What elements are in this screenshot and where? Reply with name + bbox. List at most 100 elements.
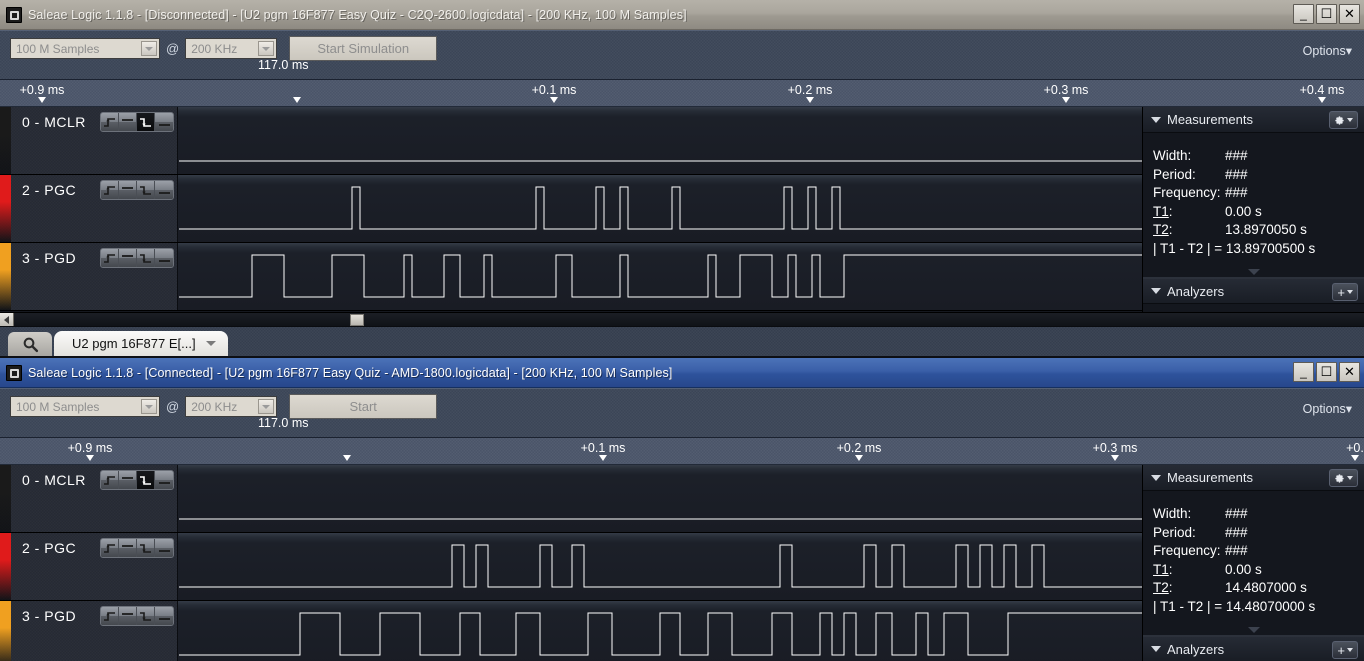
trigger-falling-edge-button[interactable]: [137, 607, 155, 625]
channel-header: 0 - MCLR: [0, 465, 178, 532]
measurements-body: Width:###Period:###Frequency:###T1:0.00 …: [1143, 133, 1364, 266]
trigger-high-level-button[interactable]: [119, 607, 137, 625]
measurements-body: Width:###Period:###Frequency:###T1:0.00 …: [1143, 491, 1364, 624]
trigger-mode-group: [100, 470, 174, 490]
ruler-tick-mark: [806, 97, 814, 103]
trigger-rising-edge-button[interactable]: [101, 113, 119, 131]
measurement-label: Frequency:: [1153, 542, 1225, 561]
sample-rate-select[interactable]: 200 KHz: [185, 396, 277, 417]
channel-row[interactable]: 2 - PGC: [0, 533, 1142, 601]
trigger-rising-edge-button[interactable]: [101, 181, 119, 199]
trigger-high-level-button[interactable]: [119, 113, 137, 131]
caret-down-icon: [1151, 288, 1161, 294]
channel-name-label[interactable]: 0 - MCLR: [22, 114, 86, 130]
waveform-pane[interactable]: [179, 175, 1142, 242]
maximize-button[interactable]: ☐: [1316, 4, 1337, 24]
chevron-down-icon[interactable]: [206, 341, 216, 346]
horizontal-scrollbar-window-1[interactable]: [0, 312, 1364, 326]
maximize-button[interactable]: ☐: [1316, 362, 1337, 382]
search-tab-button[interactable]: [8, 332, 52, 356]
options-menu-button[interactable]: Options▾: [1303, 401, 1352, 416]
time-ruler-window-1[interactable]: +0.9 ms+0.1 ms+0.2 ms+0.3 ms+0.4 ms: [0, 80, 1364, 107]
measurement-label: Period:: [1153, 166, 1225, 185]
sample-count-select[interactable]: 100 M Samples: [10, 38, 160, 59]
options-menu-button[interactable]: Options▾: [1303, 43, 1352, 58]
trigger-high-level-button[interactable]: [119, 471, 137, 489]
trigger-low-level-button[interactable]: [155, 181, 173, 199]
channel-name-label[interactable]: 2 - PGC: [22, 182, 76, 198]
channel-name-label[interactable]: 0 - MCLR: [22, 472, 86, 488]
channel-name-label[interactable]: 3 - PGD: [22, 608, 76, 624]
scroll-left-button[interactable]: [0, 313, 14, 326]
chevron-down-icon[interactable]: [141, 41, 157, 56]
channel-row[interactable]: 3 - PGD: [0, 243, 1142, 311]
sample-rate-select[interactable]: 200 KHz: [185, 38, 277, 59]
chevron-down-icon[interactable]: [258, 399, 274, 414]
add-analyzer-button[interactable]: +: [1332, 641, 1358, 659]
trigger-low-level-button[interactable]: [155, 113, 173, 131]
channel-name-label[interactable]: 2 - PGC: [22, 540, 76, 556]
chevron-down-icon[interactable]: [258, 41, 274, 56]
add-analyzer-button[interactable]: +: [1332, 283, 1358, 301]
titlebar-window-2[interactable]: Saleae Logic 1.1.8 - [Connected] - [U2 p…: [0, 358, 1364, 388]
measurements-settings-button[interactable]: [1329, 111, 1358, 129]
trigger-low-level-button[interactable]: [155, 539, 173, 557]
minimize-button[interactable]: _: [1293, 362, 1314, 382]
ruler-tick-mark: [38, 97, 46, 103]
measurement-label[interactable]: T1:: [1153, 203, 1225, 222]
trigger-falling-edge-button[interactable]: [137, 249, 155, 267]
measurements-settings-button[interactable]: [1329, 469, 1358, 487]
trigger-falling-edge-button[interactable]: [137, 113, 155, 131]
waveform-pane[interactable]: [179, 465, 1142, 532]
titlebar-window-1[interactable]: Saleae Logic 1.1.8 - [Disconnected] - [U…: [0, 0, 1364, 30]
close-button[interactable]: ✕: [1339, 4, 1360, 24]
trigger-rising-edge-button[interactable]: [101, 607, 119, 625]
channel-row[interactable]: 0 - MCLR: [0, 465, 1142, 533]
ruler-tick-mark: [86, 455, 94, 461]
start-button[interactable]: Start: [289, 394, 437, 419]
trigger-low-level-button[interactable]: [155, 607, 173, 625]
trigger-falling-edge-button[interactable]: [137, 539, 155, 557]
measurements-panel-header[interactable]: Measurements: [1143, 465, 1364, 491]
measurement-label[interactable]: T1:: [1153, 561, 1225, 580]
trigger-rising-edge-button[interactable]: [101, 249, 119, 267]
trigger-mode-group: [100, 248, 174, 268]
trigger-rising-edge-button[interactable]: [101, 539, 119, 557]
sample-count-select[interactable]: 100 M Samples: [10, 396, 160, 417]
waveform-pane[interactable]: [179, 243, 1142, 310]
trigger-low-level-button[interactable]: [155, 471, 173, 489]
analyzers-panel-header[interactable]: Analyzers +: [1143, 278, 1364, 304]
trigger-falling-edge-button[interactable]: [137, 471, 155, 489]
close-button[interactable]: ✕: [1339, 362, 1360, 382]
trigger-low-level-button[interactable]: [155, 249, 173, 267]
channel-name-label[interactable]: 3 - PGD: [22, 250, 76, 266]
measurement-row: Width:###: [1153, 505, 1364, 524]
measurements-panel-header[interactable]: Measurements: [1143, 107, 1364, 133]
channel-row[interactable]: 3 - PGD: [0, 601, 1142, 661]
measurement-label[interactable]: T2:: [1153, 221, 1225, 240]
caret-down-icon: [1151, 646, 1161, 652]
start-simulation-button[interactable]: Start Simulation: [289, 36, 437, 61]
graph-area-window-2: 0 - MCLR 2 - PGC 3 - PGD Measurements Widt…: [0, 465, 1364, 661]
waveform-pane[interactable]: [179, 533, 1142, 600]
scrollbar-thumb[interactable]: [350, 314, 364, 326]
waveform-pane[interactable]: [179, 107, 1142, 174]
time-ruler-window-2[interactable]: +0.9 ms+0.1 ms+0.2 ms+0.3 ms+0.: [0, 438, 1364, 465]
minimize-button[interactable]: _: [1293, 4, 1314, 24]
chevron-down-icon[interactable]: [141, 399, 157, 414]
panel-resize-handle[interactable]: [1143, 266, 1364, 278]
capture-tab[interactable]: U2 pgm 16F877 E[...]: [54, 331, 228, 356]
trigger-rising-edge-button[interactable]: [101, 471, 119, 489]
panel-resize-handle[interactable]: [1143, 624, 1364, 636]
trigger-falling-edge-button[interactable]: [137, 181, 155, 199]
channel-row[interactable]: 0 - MCLR: [0, 107, 1142, 175]
ruler-tick-mark: [599, 455, 607, 461]
measurement-label[interactable]: T2:: [1153, 579, 1225, 598]
waveform-pane[interactable]: [179, 601, 1142, 661]
analyzers-panel-header[interactable]: Analyzers +: [1143, 636, 1364, 661]
trigger-high-level-button[interactable]: [119, 181, 137, 199]
measurement-label: Width:: [1153, 147, 1225, 166]
channel-row[interactable]: 2 - PGC: [0, 175, 1142, 243]
trigger-high-level-button[interactable]: [119, 539, 137, 557]
trigger-high-level-button[interactable]: [119, 249, 137, 267]
